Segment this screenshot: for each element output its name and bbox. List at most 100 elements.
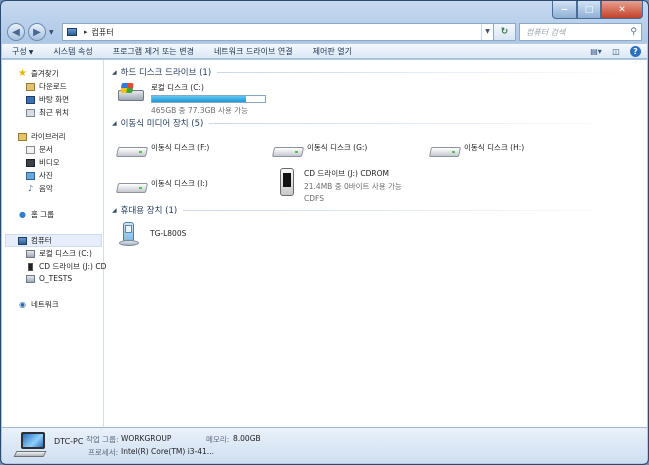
- drive-tile-j[interactable]: CD 드라이브 (J:) CDROM 21.4MB 중 0바이트 사용 가능 C…: [280, 168, 402, 203]
- close-button[interactable]: ✕: [601, 1, 643, 19]
- search-box[interactable]: 컴퓨터 검색 ⚲: [519, 23, 642, 41]
- search-placeholder: 컴퓨터 검색: [526, 27, 566, 37]
- organize-menu[interactable]: 구성 ▼: [2, 46, 43, 57]
- address-dropdown-button[interactable]: ▼: [481, 24, 493, 40]
- workgroup-value: WORKGROUP: [121, 434, 172, 443]
- map-network-drive-button[interactable]: 네트워크 드라이브 연결: [204, 46, 303, 57]
- main-pane: ◢ 하드 디스크 드라이브 (1) 로컬 디스크 (C:) 465GB 중 77.…: [105, 60, 647, 427]
- drive-f-name: 이동식 디스크 (F:): [151, 143, 210, 152]
- group-divider: [183, 209, 639, 211]
- removable-drive-icon: [428, 144, 462, 158]
- search-icon[interactable]: ⚲: [630, 27, 637, 37]
- pictures-icon: [26, 171, 35, 180]
- nav-favorites[interactable]: ★ 즐겨찾기: [18, 68, 59, 79]
- drive-j-filesystem: CDFS: [304, 194, 324, 203]
- drive-tile-i[interactable]: 이동식 디스크 (I:): [115, 178, 208, 194]
- collapse-triangle-icon: ◢: [112, 68, 117, 76]
- nav-desktop[interactable]: 바탕 화면: [26, 94, 69, 105]
- content-area: ★ 즐겨찾기 다운로드 바탕 화면 최근 위치 라이브러리 문서 비디오 사진 ♪…: [2, 60, 647, 427]
- nav-local-disk[interactable]: 로컬 디스크 (C:): [26, 248, 92, 259]
- help-icon[interactable]: ?: [630, 45, 641, 57]
- command-bar: 구성 ▼ 시스템 속성 프로그램 제거 또는 변경 네트워크 드라이브 연결 제어…: [2, 43, 647, 59]
- group-hard-disk[interactable]: ◢ 하드 디스크 드라이브 (1): [112, 66, 639, 78]
- command-bar-right: ▤▾ ◫ ?: [590, 45, 647, 57]
- group-portable[interactable]: ◢ 휴대용 장치 (1): [112, 204, 639, 216]
- group-removable-label: 이동식 미디어 장치 (5): [120, 119, 204, 129]
- group-removable[interactable]: ◢ 이동식 미디어 장치 (5): [112, 117, 639, 129]
- change-view-icon[interactable]: ▤▾: [590, 46, 602, 56]
- nav-homegroup[interactable]: ● 홈 그룹: [18, 209, 54, 220]
- forward-button[interactable]: ▶: [28, 23, 46, 41]
- nav-pictures[interactable]: 사진: [26, 170, 53, 181]
- group-divider: [217, 71, 639, 73]
- nav-downloads[interactable]: 다운로드: [26, 81, 67, 92]
- nav-cd-drive[interactable]: CD 드라이브 (J:) CD: [26, 261, 106, 272]
- nav-network-label: 네트워크: [31, 300, 59, 309]
- removable-drive-icon: [271, 144, 305, 158]
- nav-cd-drive-label: CD 드라이브 (J:) CD: [39, 262, 107, 271]
- device-tile-tg-l800s[interactable]: TG-L800S: [119, 220, 186, 246]
- nav-videos[interactable]: 비디오: [26, 157, 60, 168]
- collapse-triangle-icon: ◢: [112, 206, 117, 214]
- mobile-device-icon: [119, 220, 141, 246]
- music-icon: ♪: [27, 184, 34, 193]
- back-button[interactable]: ◀: [7, 23, 25, 41]
- drive-g-name: 이동식 디스크 (G:): [307, 143, 368, 152]
- drive-c-usage-fill: [152, 96, 247, 102]
- drive-tile-h[interactable]: 이동식 디스크 (H:): [428, 142, 524, 158]
- videos-icon: [26, 158, 35, 167]
- nav-videos-label: 비디오: [39, 158, 60, 167]
- removable-drive-icon: [115, 180, 149, 194]
- nav-homegroup-label: 홈 그룹: [31, 210, 55, 219]
- nav-recent[interactable]: 최근 위치: [26, 107, 69, 118]
- open-control-panel-button[interactable]: 제어판 열기: [303, 46, 362, 57]
- nav-music[interactable]: ♪ 음악: [26, 183, 53, 194]
- processor-value: Intel(R) Core(TM) i3-41...: [121, 447, 214, 456]
- organize-label: 구성: [12, 46, 27, 56]
- drive-tile-c[interactable]: 로컬 디스크 (C:) 465GB 중 77.3GB 사용 가능: [117, 82, 266, 116]
- network-drive-icon: [26, 274, 35, 283]
- drive-tile-f[interactable]: 이동식 디스크 (F:): [115, 142, 210, 158]
- group-portable-label: 휴대용 장치 (1): [120, 206, 178, 216]
- refresh-button[interactable]: ↻: [494, 23, 516, 41]
- caption-buttons: ‒ □ ✕: [552, 1, 643, 19]
- nav-documents[interactable]: 문서: [26, 144, 53, 155]
- minimize-button[interactable]: ‒: [552, 1, 577, 19]
- preview-pane-icon[interactable]: ◫: [610, 46, 622, 56]
- nav-local-disk-label: 로컬 디스크 (C:): [39, 249, 92, 258]
- refresh-icon: ↻: [500, 27, 509, 37]
- memory-label: 메모리:: [206, 435, 230, 444]
- computer-icon: [13, 432, 49, 458]
- drive-i-name: 이동식 디스크 (I:): [151, 179, 208, 188]
- group-divider: [209, 122, 639, 124]
- memory-value: 8.00GB: [233, 434, 261, 443]
- hard-drive-icon: [26, 249, 35, 258]
- windows-drive-icon: [117, 82, 145, 104]
- libraries-icon: [18, 132, 27, 141]
- recent-pages-dropdown[interactable]: ▼: [49, 29, 58, 36]
- recent-places-icon: [26, 108, 35, 117]
- maximize-button[interactable]: □: [577, 1, 601, 19]
- nav-desktop-label: 바탕 화면: [39, 95, 69, 104]
- nav-o-tests[interactable]: O_TESTS: [26, 274, 72, 283]
- breadcrumb-computer[interactable]: 컴퓨터: [92, 27, 481, 38]
- drive-c-name: 로컬 디스크 (C:): [151, 83, 204, 92]
- nav-libraries[interactable]: 라이브러리: [18, 131, 66, 142]
- nav-computer[interactable]: 컴퓨터: [5, 234, 102, 247]
- address-bar[interactable]: ▸ 컴퓨터 ▼: [62, 23, 494, 41]
- breadcrumb-separator-icon[interactable]: ▸: [84, 28, 88, 36]
- drive-c-usage-text: 465GB 중 77.3GB 사용 가능: [151, 106, 248, 115]
- workgroup-label: 작업 그룹:: [86, 435, 119, 444]
- drive-tile-g[interactable]: 이동식 디스크 (G:): [271, 142, 368, 158]
- nav-network[interactable]: ◉ 네트워크: [18, 299, 59, 310]
- collapse-triangle-icon: ◢: [112, 119, 117, 127]
- homegroup-icon: ●: [19, 210, 26, 219]
- star-icon: ★: [18, 68, 27, 79]
- removable-drive-icon: [115, 144, 149, 158]
- computer-icon: [18, 236, 27, 245]
- downloads-folder-icon: [26, 82, 35, 91]
- system-properties-button[interactable]: 시스템 속성: [43, 46, 102, 57]
- uninstall-program-button[interactable]: 프로그램 제거 또는 변경: [103, 46, 204, 57]
- details-pane: DTC-PC 작업 그룹: WORKGROUP 메모리: 8.00GB 프로세서…: [2, 427, 647, 463]
- computer-name: DTC-PC: [54, 437, 84, 446]
